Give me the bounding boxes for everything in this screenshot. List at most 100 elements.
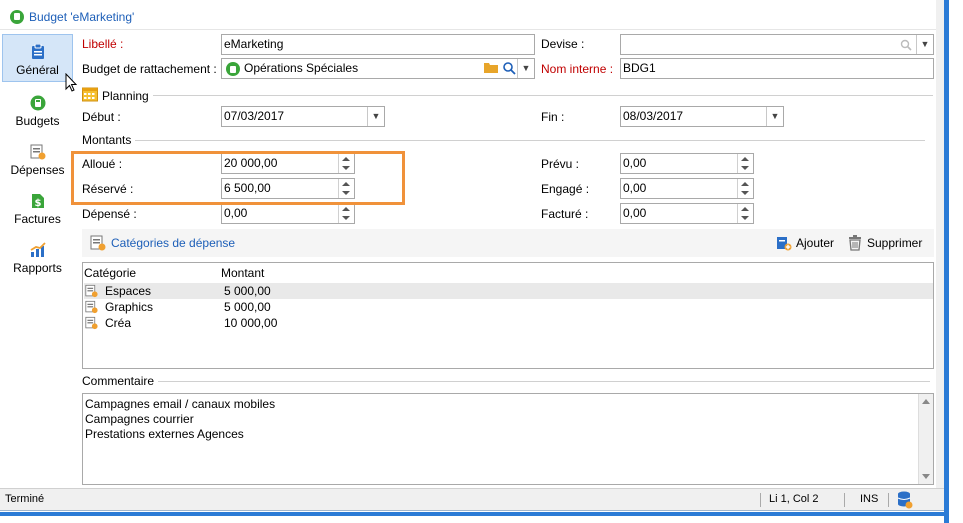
sidebar-item-general[interactable]: Général: [2, 34, 73, 82]
prevu-label: Prévu :: [541, 157, 580, 171]
sidebar-item-label: Budgets: [15, 114, 60, 128]
nom-interne-label: Nom interne :: [541, 62, 614, 76]
facture-input[interactable]: 0,00: [620, 203, 754, 224]
chart-icon: [30, 242, 46, 258]
montants-section: Montants: [82, 133, 934, 147]
status-bar: Terminé Li 1, Col 2 INS: [0, 488, 944, 510]
window-scrollbar[interactable]: [936, 0, 944, 488]
column-header-montant[interactable]: Montant: [221, 266, 264, 280]
depense-value: 0,00: [224, 206, 248, 220]
svg-text:$: $: [34, 198, 41, 209]
status-divider: [888, 493, 889, 507]
window-border-bottom: [0, 512, 949, 516]
section-divider: [152, 95, 933, 96]
sidebar-item-label: Rapports: [13, 261, 62, 275]
budget-icon: [10, 9, 24, 24]
database-icon[interactable]: [897, 491, 913, 512]
prevu-input[interactable]: 0,00: [620, 153, 754, 174]
column-header-categorie[interactable]: Catégorie: [84, 266, 136, 280]
highlight-box: [71, 151, 405, 205]
debut-date-input[interactable]: 07/03/2017 ▼: [221, 106, 385, 127]
delete-button[interactable]: Supprimer: [848, 235, 922, 251]
search-icon[interactable]: [502, 61, 516, 78]
row-montant: 10 000,00: [224, 316, 278, 330]
engage-spinner[interactable]: [737, 179, 753, 198]
depense-input[interactable]: 0,00: [221, 203, 355, 224]
categories-title[interactable]: Catégories de dépense: [111, 236, 235, 250]
facture-spinner[interactable]: [737, 204, 753, 223]
sidebar-item-rapports[interactable]: Rapports: [2, 231, 73, 279]
comment-scrollbar[interactable]: [918, 394, 933, 484]
rattachement-input[interactable]: Opérations Spéciales ▼: [221, 58, 535, 79]
planning-title: Planning: [102, 88, 149, 103]
fin-label: Fin :: [541, 110, 565, 124]
window-title: Budget 'eMarketing': [29, 9, 135, 24]
sidebar-item-label: Factures: [14, 212, 61, 226]
search-icon[interactable]: [898, 36, 914, 53]
trash-icon: [849, 235, 861, 251]
nom-interne-input[interactable]: BDG1: [620, 58, 934, 79]
comment-section: Commentaire: [82, 374, 934, 388]
table-row[interactable]: Graphics 5 000,00: [84, 299, 933, 315]
category-icon: [85, 300, 98, 314]
chevron-down-icon[interactable]: ▼: [766, 107, 783, 126]
comment-title: Commentaire: [82, 374, 155, 388]
categories-toolbar: Catégories de dépense Ajouter Supprimer: [82, 229, 934, 257]
table-row[interactable]: Créa 10 000,00: [84, 315, 933, 331]
rattachement-value: Opérations Spéciales: [244, 61, 359, 75]
engage-input[interactable]: 0,00: [620, 178, 754, 199]
status-divider: [844, 493, 845, 507]
section-divider: [158, 380, 931, 382]
add-icon: [777, 237, 792, 251]
chevron-down-icon[interactable]: ▼: [367, 107, 384, 126]
category-icon: [85, 284, 98, 298]
table-row[interactable]: Espaces 5 000,00: [84, 283, 933, 299]
category-list-icon: [90, 235, 106, 254]
cursor-position: Li 1, Col 2: [769, 493, 819, 505]
planning-section: Planning: [82, 86, 934, 105]
fin-date-input[interactable]: 08/03/2017 ▼: [620, 106, 784, 127]
delete-label: Supprimer: [867, 236, 923, 250]
window-border-right: [944, 0, 949, 523]
chevron-down-icon[interactable]: ▼: [517, 59, 534, 78]
sidebar-item-depenses[interactable]: Dépenses: [2, 133, 73, 181]
comment-line: Campagnes email / canaux mobiles: [85, 397, 276, 411]
facture-value: 0,00: [623, 206, 647, 220]
invoice-dollar-icon: $: [30, 193, 46, 209]
comment-textarea[interactable]: Campagnes email / canaux mobiles Campagn…: [82, 393, 934, 485]
prevu-spinner[interactable]: [737, 154, 753, 173]
clipboard-icon: [30, 44, 46, 60]
sidebar-item-factures[interactable]: $ Factures: [2, 182, 73, 230]
row-montant: 5 000,00: [224, 284, 271, 298]
devise-select[interactable]: ▼: [620, 34, 934, 55]
row-categorie: Graphics: [105, 300, 154, 314]
mouse-cursor-icon: [65, 73, 78, 92]
title-bar: Budget 'eMarketing': [0, 4, 944, 30]
debut-label: Début :: [82, 110, 121, 124]
rattachement-label: Budget de rattachement :: [82, 62, 217, 76]
sidebar-item-label: Dépenses: [10, 163, 65, 177]
folder-icon[interactable]: [484, 61, 498, 78]
libelle-label: Libellé :: [82, 37, 124, 51]
row-montant: 5 000,00: [224, 300, 271, 314]
status-text: Terminé: [5, 493, 45, 505]
montants-title: Montants: [82, 133, 132, 147]
categories-table: Catégorie Montant Espaces 5 000,00 Graph…: [82, 262, 934, 369]
fin-value: 08/03/2017: [623, 109, 684, 123]
comment-line: Campagnes courrier: [85, 412, 194, 426]
chevron-down-icon[interactable]: ▼: [916, 35, 933, 54]
devise-label: Devise :: [541, 37, 585, 51]
engage-label: Engagé :: [541, 182, 590, 196]
depense-spinner[interactable]: [338, 204, 354, 223]
section-divider: [135, 139, 926, 141]
prevu-value: 0,00: [623, 156, 647, 170]
debut-value: 07/03/2017: [224, 109, 285, 123]
status-divider: [760, 493, 761, 507]
add-button[interactable]: Ajouter: [776, 235, 834, 251]
row-categorie: Créa: [105, 316, 132, 330]
expense-doc-icon: [30, 144, 46, 160]
sidebar-item-budgets[interactable]: Budgets: [2, 84, 73, 132]
libelle-input[interactable]: eMarketing: [221, 34, 535, 55]
insert-mode: INS: [860, 493, 879, 505]
comment-line: Prestations externes Agences: [85, 427, 244, 441]
